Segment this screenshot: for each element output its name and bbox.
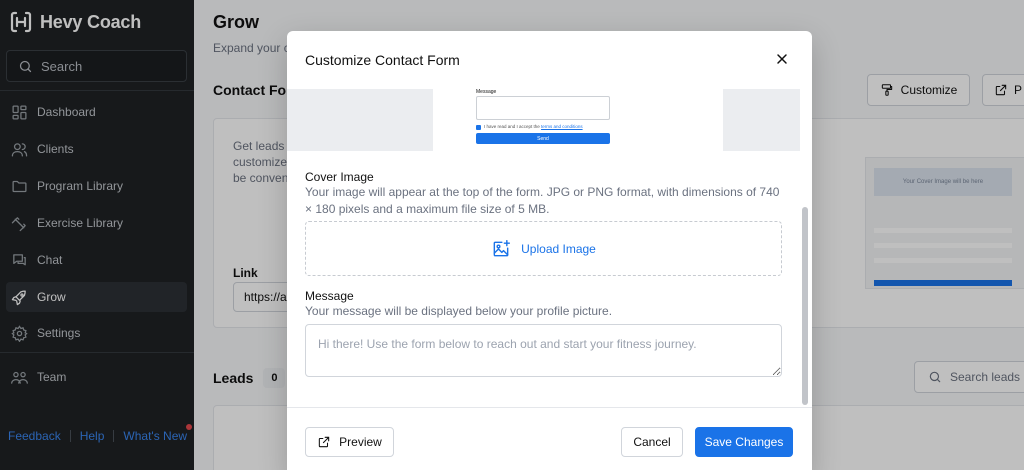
preview-form: Message I have read and I accept the ter… <box>433 89 723 151</box>
message-help: Your message will be displayed below you… <box>305 304 613 318</box>
upload-image-label: Upload Image <box>521 241 596 256</box>
close-icon <box>777 54 787 64</box>
scrollbar-thumb[interactable] <box>802 207 808 405</box>
save-changes-label: Save Changes <box>704 435 784 449</box>
preview-send-button: Send <box>476 133 610 144</box>
modal-footer: Preview Cancel Save Changes <box>287 407 812 470</box>
modal-scrollbar[interactable] <box>802 89 808 405</box>
cover-image-help: Your image will appear at the top of the… <box>305 185 780 216</box>
preview-button-label: Preview <box>339 435 382 449</box>
preview-message-area <box>476 96 610 120</box>
preview-checkbox <box>476 125 481 130</box>
preview-message-label: Message <box>476 89 497 95</box>
image-plus-icon <box>493 239 511 256</box>
cover-image-label: Cover Image <box>305 170 374 184</box>
cancel-button-label: Cancel <box>633 435 671 449</box>
modal-title: Customize Contact Form <box>305 52 460 68</box>
close-button[interactable] <box>774 51 790 67</box>
message-textarea[interactable] <box>305 324 782 377</box>
external-link-icon <box>318 436 330 448</box>
form-live-preview: Message I have read and I accept the ter… <box>287 89 800 151</box>
upload-image-dropzone[interactable]: Upload Image <box>305 221 782 276</box>
preview-button[interactable]: Preview <box>305 427 394 457</box>
preview-terms-link: terms and conditions <box>541 124 583 129</box>
customize-contact-form-modal: Customize Contact Form Message I have re… <box>287 31 812 470</box>
preview-terms-prefix: I have read and I accept the <box>484 124 542 129</box>
message-label: Message <box>305 289 354 303</box>
preview-terms: I have read and I accept the terms and c… <box>484 124 583 129</box>
save-changes-button[interactable]: Save Changes <box>695 427 793 457</box>
cancel-button[interactable]: Cancel <box>621 427 683 457</box>
